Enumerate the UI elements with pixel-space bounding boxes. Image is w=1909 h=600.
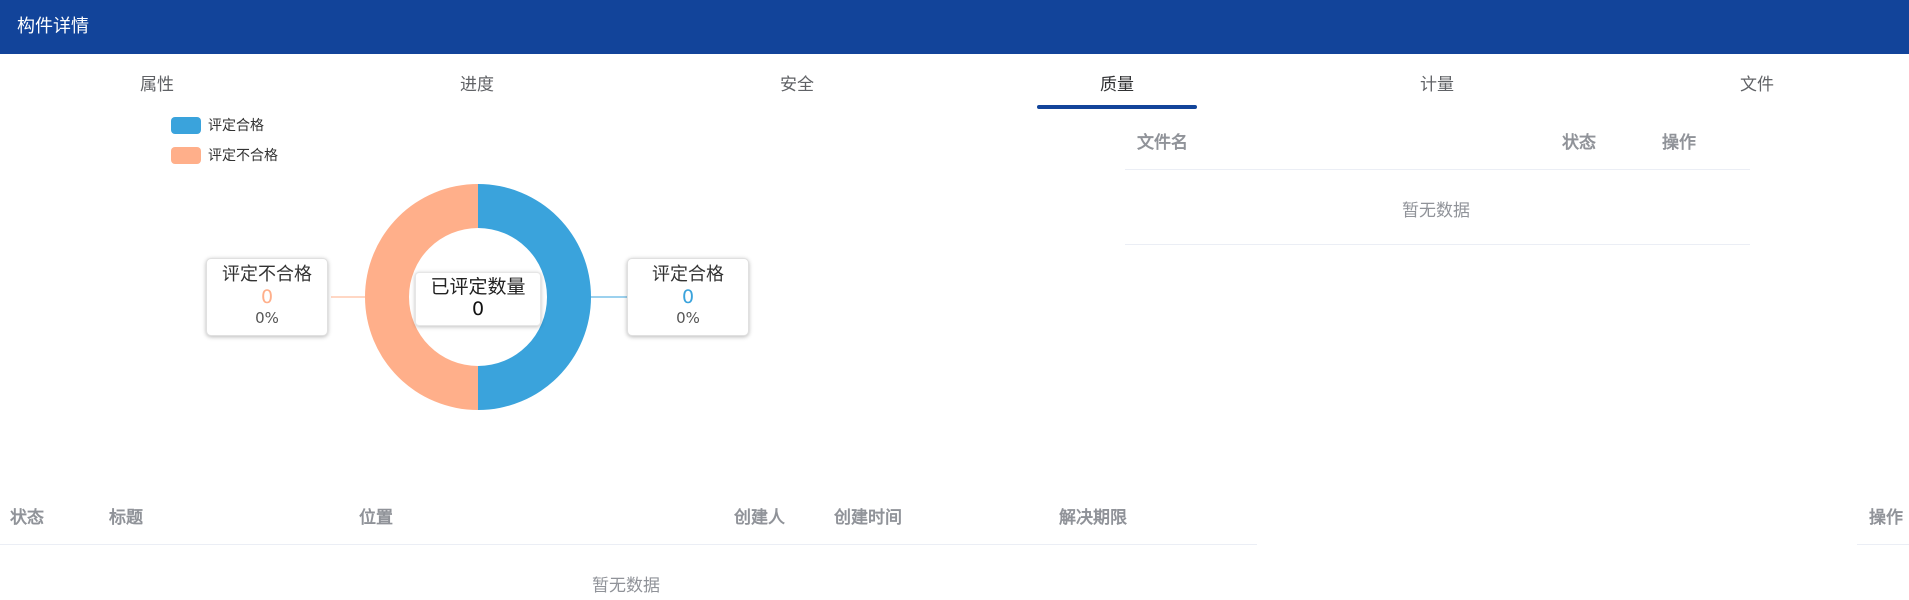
callout-unqualified: 评定不合格 0 0% [206, 258, 328, 336]
issue-table-header-divider [0, 544, 1257, 545]
issue-table-actions-divider [1857, 544, 1909, 545]
issue-table-header-creator: 创建人 [734, 508, 785, 528]
chart-center-summary: 已评定数量 0 [415, 272, 541, 326]
callout-unqualified-value: 0 [260, 286, 274, 308]
tab-quality[interactable]: 质量 [1037, 70, 1197, 95]
tab-files[interactable]: 文件 [1677, 70, 1837, 95]
issue-table-empty-text: 暂无数据 [592, 576, 660, 596]
issue-table-header-status: 状态 [10, 508, 44, 528]
callout-qualified: 评定合格 0 0% [627, 258, 749, 336]
callout-unqualified-title: 评定不合格 [222, 264, 312, 285]
file-table-header-name: 文件名 [1137, 133, 1188, 153]
file-table-header-divider [1125, 169, 1750, 170]
center-summary-value: 0 [471, 298, 485, 320]
callout-qualified-value: 0 [681, 286, 695, 308]
tab-measurement[interactable]: 计量 [1357, 70, 1517, 95]
callout-qualified-title: 评定合格 [652, 264, 724, 285]
callout-unqualified-percent: 0% [255, 309, 279, 327]
center-summary-label: 已评定数量 [430, 276, 526, 298]
issue-table-header-actions: 操作 [1869, 508, 1903, 528]
callout-qualified-percent: 0% [676, 309, 700, 327]
issue-table-header-location: 位置 [359, 508, 393, 528]
file-table-header-actions: 操作 [1662, 133, 1696, 153]
issue-table-header-created-time: 创建时间 [834, 508, 902, 528]
issue-table-header-title: 标题 [109, 508, 143, 528]
file-table-empty-text: 暂无数据 [1402, 201, 1470, 221]
file-table-bottom-divider [1125, 244, 1750, 245]
issue-table-header-deadline: 解决期限 [1059, 508, 1127, 528]
file-table-header-status: 状态 [1562, 133, 1596, 153]
active-tab-indicator [1037, 105, 1197, 109]
